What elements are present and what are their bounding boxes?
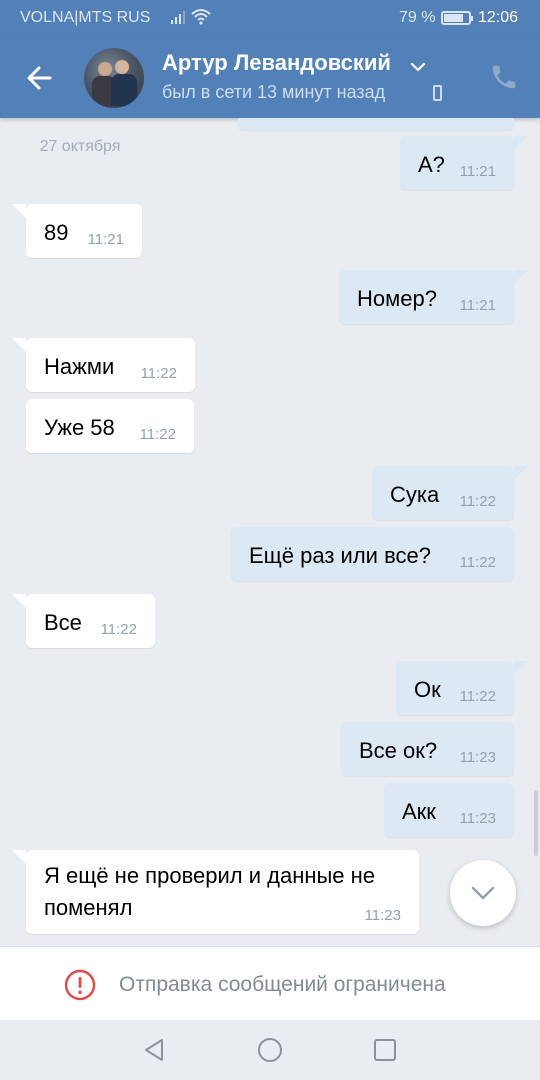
message-time: 11:22 [459,493,496,510]
message-time: 11:22 [459,554,496,571]
message-time: 11:22 [140,365,177,382]
message-list[interactable]: 27 октября А? 11:21 89 11:21 Номер? 11:2… [0,118,540,946]
message-bubble[interactable]: Ок 11:22 [396,661,528,715]
message-text: Все [44,610,82,635]
warning-icon [64,969,96,1001]
message-time: 11:22 [139,426,176,443]
wifi-icon [190,6,212,31]
nav-back-icon[interactable] [141,1036,169,1064]
date-separator: 27 октября [39,138,121,155]
message-text: Номер? [357,286,437,311]
message-bubble[interactable]: А? 11:21 [400,136,528,190]
message-time: 11:23 [459,749,496,766]
message-text: Сука [390,482,440,507]
message-bubble[interactable]: Все ок? 11:23 [341,722,514,776]
message-bubble-partial [238,118,514,130]
status-bar: VOLNA|MTS RUS 79 % 12:06 [0,0,540,38]
battery-percent: 79 % [399,9,436,26]
message-time: 11:21 [87,231,124,248]
message-text: Ещё раз или все? [249,543,431,568]
message-bubble[interactable]: Акк 11:23 [384,783,514,837]
message-time: 11:23 [364,907,401,924]
message-text: Нажми [44,354,115,379]
carrier-label: VOLNA|MTS RUS [20,9,151,26]
clock: 12:06 [478,9,519,26]
message-bubble[interactable]: 89 11:21 [12,204,142,258]
message-bubble[interactable]: Нажми 11:22 [12,338,195,392]
message-bubble[interactable]: Номер? 11:21 [339,270,528,324]
contact-name[interactable]: Артур Левандовский [162,50,391,76]
message-time: 11:23 [459,810,496,827]
scrollbar[interactable] [534,790,538,856]
scroll-down-button[interactable] [450,860,516,926]
system-nav-bar [0,1020,540,1080]
message-text: Я ещё не проверил и данные не поменял [44,863,376,920]
message-text: Уже 58 [44,415,115,440]
messaging-restricted-bar: Отправка сообщений ограничена [0,946,540,1021]
call-icon[interactable] [489,62,521,94]
message-time: 11:21 [459,297,496,314]
last-seen-status: был в сети 13 минут назад [162,82,386,102]
chevron-down-icon[interactable] [410,60,426,78]
message-text: 89 [44,220,69,245]
message-text: Ок [414,677,441,702]
message-text: Акк [402,799,436,824]
message-bubble[interactable]: Ещё раз или все? 11:22 [231,527,514,581]
mobile-phone-icon [433,85,442,101]
signal-icon [170,9,186,30]
message-bubble[interactable]: Сука 11:22 [372,466,528,520]
message-text: А? [418,152,445,177]
nav-home-icon[interactable] [256,1036,284,1064]
message-bubble[interactable]: Все 11:22 [12,594,155,648]
nav-recents-icon[interactable] [371,1036,399,1064]
battery-icon [441,11,473,25]
message-time: 11:22 [459,688,496,705]
avatar[interactable] [84,48,144,108]
message-time: 11:22 [100,621,137,638]
back-arrow-icon[interactable] [20,58,60,98]
message-time: 11:21 [459,163,496,180]
chevron-down-icon [471,886,495,900]
message-bubble[interactable]: Уже 58 11:22 [26,399,194,453]
message-text: Все ок? [359,738,438,763]
message-bubble[interactable]: Я ещё не проверил и данные не поменял 11… [12,850,419,934]
chat-header: Артур Левандовский был в сети 13 минут н… [0,38,540,118]
restriction-message: Отправка сообщений ограничена [119,973,446,996]
